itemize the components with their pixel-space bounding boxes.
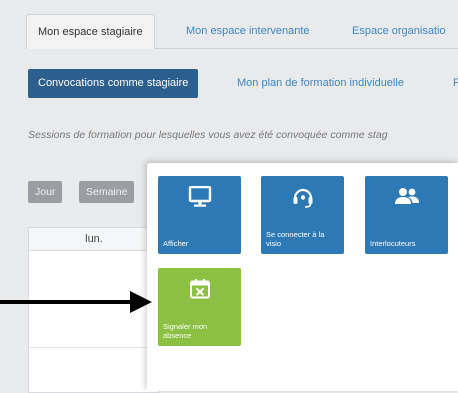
calendar-day-header: lun. [29,228,159,251]
interlocuteurs-tile[interactable]: Interlocuteurs [365,176,448,254]
calendar-x-icon [158,278,241,305]
signaler-absence-label: Signaler mon absence [163,322,208,340]
view-week-button[interactable]: Semaine [79,181,135,203]
tab-mon-espace-stagiaire[interactable]: Mon espace stagiaire [26,14,155,49]
convocations-stagiaire-button[interactable]: Convocations comme stagiaire [28,69,199,98]
monitor-icon [158,185,241,213]
users-icon [365,186,448,213]
calendar-week-row[interactable]: 3 [29,348,159,392]
annotation-arrow-icon [0,291,152,313]
top-tabs: Mon espace stagiaire Mon espace interven… [26,14,458,49]
truncated-nav-link[interactable]: F [453,69,458,98]
tab-mon-espace-intervenante[interactable]: Mon espace intervenante [186,14,310,48]
session-actions-popover: Afficher Se connecter à la visio Interlo… [147,163,458,391]
page-description: Sessions de formation pour lesquelles vo… [28,129,388,141]
afficher-tile[interactable]: Afficher [158,176,241,254]
signaler-absence-tile[interactable]: Signaler mon absence [158,268,241,346]
interlocuteurs-label: Interlocuteurs [370,239,416,248]
se-connecter-visio-tile[interactable]: Se connecter à la visio [261,176,344,254]
se-connecter-visio-label: Se connecter à la visio [266,230,325,248]
headset-icon [261,186,344,213]
tab-espace-organisation[interactable]: Espace organisatio [352,14,446,48]
plan-formation-link[interactable]: Mon plan de formation individuelle [237,69,404,98]
view-day-button[interactable]: Jour [28,181,63,203]
afficher-label: Afficher [163,239,189,248]
